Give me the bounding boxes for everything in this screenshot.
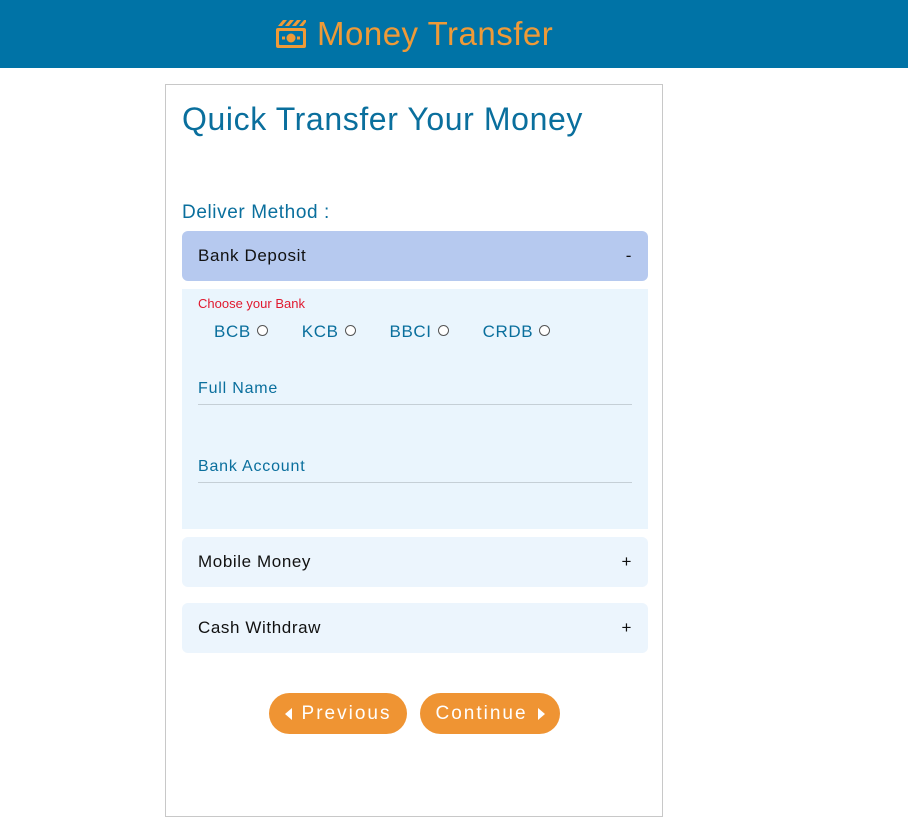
section-label: Cash Withdraw [198, 618, 322, 637]
nav-buttons: Previous Continue [269, 693, 560, 734]
bank-account-field [198, 453, 632, 483]
bank-radio-kcb[interactable] [344, 324, 356, 336]
section-label: Mobile Money [198, 552, 312, 571]
caret-right-icon [537, 707, 545, 720]
choose-bank-label: Choose your Bank [198, 296, 305, 311]
bank-option-label: BCB [214, 322, 251, 341]
bank-option-bcb[interactable]: BCB [214, 322, 268, 342]
top-bar: Money Transfer [0, 0, 908, 68]
previous-button[interactable]: Previous [269, 693, 407, 734]
transfer-card: Quick Transfer Your Money Deliver Method… [165, 84, 663, 817]
money-icon [275, 18, 307, 50]
expand-toggle[interactable]: + [621, 618, 632, 638]
bank-options: BCB KCB BBCI CRDB [214, 322, 584, 342]
continue-label: Continue [435, 702, 528, 724]
collapse-toggle[interactable]: - [626, 246, 632, 266]
section-bank-deposit[interactable]: Bank Deposit - [182, 231, 648, 281]
bank-radio-crdb[interactable] [539, 324, 551, 336]
bank-option-label: CRDB [482, 322, 534, 341]
bank-option-kcb[interactable]: KCB [302, 322, 356, 342]
caret-left-icon [284, 707, 292, 720]
brand-title: Money Transfer [317, 15, 554, 52]
continue-button[interactable]: Continue [420, 693, 560, 734]
bank-option-label: KCB [301, 322, 339, 341]
full-name-field [198, 375, 632, 405]
section-label: Bank Deposit [198, 246, 307, 265]
brand[interactable]: Money Transfer [275, 14, 553, 54]
expand-toggle[interactable]: + [621, 552, 632, 572]
full-name-input[interactable] [198, 375, 632, 403]
bank-option-bbci[interactable]: BBCI [390, 322, 449, 342]
bank-radio-bcb[interactable] [256, 324, 268, 336]
bank-account-input[interactable] [198, 453, 632, 481]
section-mobile-money[interactable]: Mobile Money + [182, 537, 648, 587]
section-cash-withdraw[interactable]: Cash Withdraw + [182, 603, 648, 653]
previous-label: Previous [301, 702, 392, 724]
deliver-method-label: Deliver Method : [182, 202, 330, 223]
bank-option-crdb[interactable]: CRDB [483, 322, 551, 342]
page-title: Quick Transfer Your Money [182, 101, 583, 137]
bank-radio-bbci[interactable] [437, 324, 449, 336]
bank-deposit-panel: Choose your Bank BCB KCB BBCI CRDB [182, 289, 648, 529]
bank-option-label: BBCI [389, 322, 432, 341]
